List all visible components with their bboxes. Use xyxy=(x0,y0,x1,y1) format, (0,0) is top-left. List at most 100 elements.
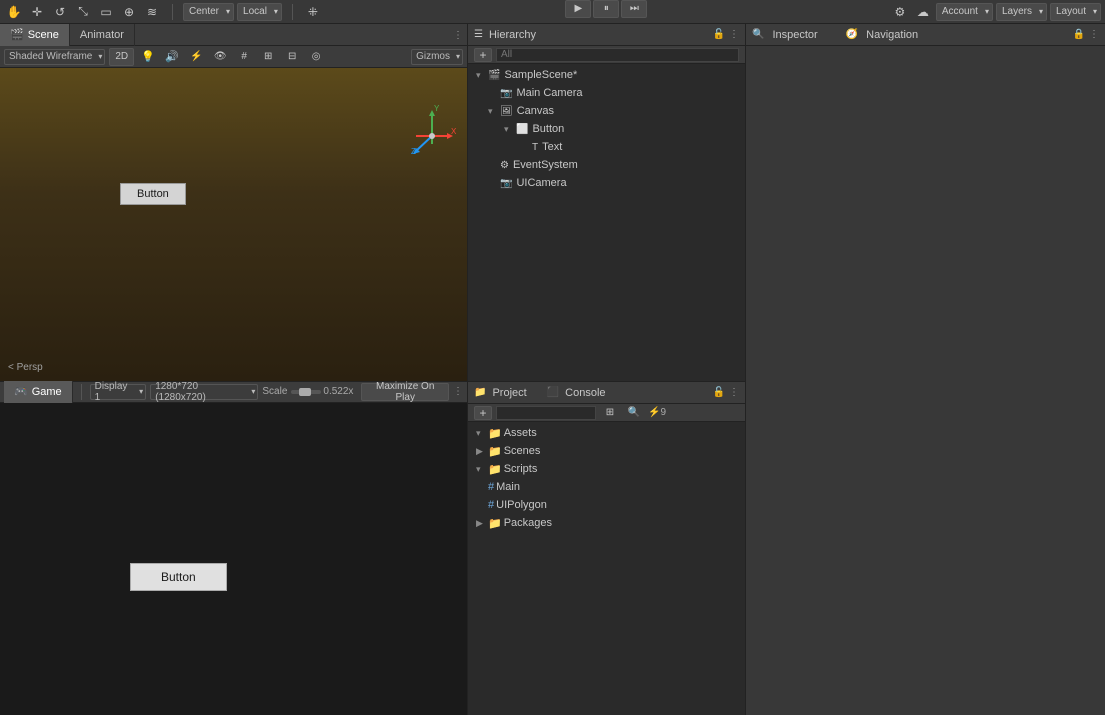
display-dropdown[interactable]: Display 1 xyxy=(90,384,147,400)
snap2-btn[interactable]: ⊟ xyxy=(282,47,302,67)
hier-item-samplescene[interactable]: ▾ 🎬 SampleScene* xyxy=(468,66,745,84)
hierarchy-search-input[interactable] xyxy=(496,48,739,62)
play-controls: ▶ ⏸ ⏭ xyxy=(565,0,647,18)
uicamera-icon: 📷 xyxy=(500,178,512,189)
proj-item-scenes[interactable]: ▶ 📁 Scenes xyxy=(468,442,745,460)
top-toolbar: ✋ ✛ ↺ ⤡ ▭ ⊕ ≋ Center Local ⁜ ▶ ⏸ ⏭ ⚙ ☁ A… xyxy=(0,0,1105,24)
account-dropdown[interactable]: Account xyxy=(936,3,993,21)
hierarchy-add-btn[interactable]: + xyxy=(474,48,492,62)
grid-btn[interactable]: # xyxy=(234,47,254,67)
proj-item-scripts[interactable]: ▾ 📁 Scripts xyxy=(468,460,745,478)
rotate-tool-btn[interactable]: ↺ xyxy=(50,2,70,22)
navigation-title[interactable]: Navigation xyxy=(866,29,918,41)
text-icon: T xyxy=(532,142,538,153)
hier-item-button[interactable]: ▾ ⬜ Button xyxy=(468,120,745,138)
hier-item-uicamera[interactable]: 📷 UICamera xyxy=(468,174,745,192)
inspector-header-icons: 🔒 ⋮ xyxy=(1073,29,1099,40)
scale-value: 0.522x xyxy=(323,386,353,397)
pivot-buttons: Center Local xyxy=(183,3,282,21)
fx-btn[interactable]: ⚡ xyxy=(186,47,206,67)
game-tab-icon: 🎮 xyxy=(14,385,28,398)
scene-button-preview: Button xyxy=(120,183,186,205)
canvas-arrow: ▾ xyxy=(488,106,498,117)
proj-item-uipolygon-script[interactable]: # UIPolygon xyxy=(468,496,745,514)
project-search-input[interactable] xyxy=(496,406,596,420)
tab-scene[interactable]: 🎬 Scene xyxy=(0,24,70,46)
hier-item-text[interactable]: T Text xyxy=(468,138,745,156)
inspector-title[interactable]: Inspector xyxy=(772,29,817,41)
account-group: ⚙ ☁ Account Layers Layout xyxy=(890,2,1101,22)
snap-btn[interactable]: ⊞ xyxy=(258,47,278,67)
text-label: Text xyxy=(542,141,562,153)
custom2-btn[interactable]: ⁜ xyxy=(303,2,323,22)
project-title: Project xyxy=(492,387,526,399)
inspector-lock-icon[interactable]: 🔒 xyxy=(1073,29,1085,40)
project-filter-btn[interactable]: ⊞ xyxy=(600,403,620,423)
audio-btn[interactable]: 🔊 xyxy=(162,47,182,67)
console-icon: ⬛ xyxy=(547,387,559,398)
hierarchy-icon: ☰ xyxy=(474,29,483,40)
hier-item-canvas[interactable]: ▾ 🖼 Canvas xyxy=(468,102,745,120)
hierarchy-lock-icon[interactable]: 🔓 xyxy=(713,29,725,40)
maximize-btn[interactable]: Maximize On Play xyxy=(361,383,449,401)
scene-view-btn[interactable]: 👁 xyxy=(210,47,230,67)
layers-dropdown[interactable]: Layers xyxy=(996,3,1047,21)
hidden-btn[interactable]: ◎ xyxy=(306,47,326,67)
scene-more-icon[interactable]: ⋮ xyxy=(453,30,463,41)
proj-item-main-script[interactable]: # Main xyxy=(468,478,745,496)
eventsystem-label: EventSystem xyxy=(513,159,578,171)
hierarchy-panel: ☰ Hierarchy 🔓 ⋮ + ▾ 🎬 SampleScene* xyxy=(468,24,745,382)
lighting-btn[interactable]: 💡 xyxy=(138,47,158,67)
2d-btn[interactable]: 2D xyxy=(109,48,134,66)
game-more-icon[interactable]: ⋮ xyxy=(453,386,463,397)
pause-button[interactable]: ⏸ xyxy=(593,0,619,18)
scale-slider-track[interactable] xyxy=(291,390,321,394)
tab-animator[interactable]: Animator xyxy=(70,24,135,46)
console-title: Console xyxy=(565,387,605,399)
project-more-icon[interactable]: ⋮ xyxy=(729,387,739,398)
hand-tool-btn[interactable]: ✋ xyxy=(4,2,24,22)
pivot-center-dropdown[interactable]: Center xyxy=(183,3,234,21)
samplescene-icon: 🎬 xyxy=(488,70,500,81)
step-button[interactable]: ⏭ xyxy=(621,0,647,18)
play-controls-wrapper: ▶ ⏸ ⏭ xyxy=(556,0,656,24)
hier-item-maincamera[interactable]: 📷 Main Camera xyxy=(468,84,745,102)
scale-slider-thumb[interactable] xyxy=(299,388,311,396)
inspector-content xyxy=(746,46,1105,715)
packages-folder-icon: 📁 xyxy=(488,517,502,530)
play-button[interactable]: ▶ xyxy=(565,0,591,18)
layout-dropdown[interactable]: Layout xyxy=(1050,3,1101,21)
project-header-icons: 🔓 ⋮ xyxy=(713,387,739,398)
scale-label: Scale xyxy=(262,386,287,397)
hier-item-eventsystem[interactable]: ⚙ EventSystem xyxy=(468,156,745,174)
cloud-icon-btn[interactable]: ☁ xyxy=(913,2,933,22)
navigation-icon: 🧭 xyxy=(846,29,858,40)
gizmos-dropdown[interactable]: Gizmos xyxy=(411,49,463,65)
scale-slider-group: 0.522x xyxy=(291,386,353,397)
scripts-arrow: ▾ xyxy=(476,464,486,475)
proj-item-assets[interactable]: ▾ 📁 Assets xyxy=(468,424,745,442)
scale-tool-btn[interactable]: ⤡ xyxy=(73,2,93,22)
assets-arrow: ▾ xyxy=(476,428,486,439)
game-sep xyxy=(81,384,82,400)
inspector-more-icon[interactable]: ⋮ xyxy=(1089,29,1099,40)
proj-item-packages[interactable]: ▶ 📁 Packages xyxy=(468,514,745,532)
project-add-btn[interactable]: + xyxy=(474,406,492,420)
pivot-local-dropdown[interactable]: Local xyxy=(237,3,282,21)
move-tool-btn[interactable]: ✛ xyxy=(27,2,47,22)
canvas-label: Canvas xyxy=(517,105,554,117)
project-search-btn[interactable]: 🔍 xyxy=(624,403,644,423)
tab-game[interactable]: 🎮 Game xyxy=(4,381,73,403)
inspector-tab-bar: 🔍 Inspector 🧭 Navigation 🔒 ⋮ xyxy=(746,24,1105,46)
rect-tool-btn[interactable]: ▭ xyxy=(96,2,116,22)
game-tab-label: Game xyxy=(32,386,62,398)
project-lock-icon[interactable]: 🔓 xyxy=(713,387,725,398)
shading-mode-dropdown[interactable]: Shaded Wireframe xyxy=(4,49,105,65)
resolution-dropdown[interactable]: 1280*720 (1280x720) xyxy=(150,384,258,400)
hierarchy-more-icon[interactable]: ⋮ xyxy=(729,29,739,40)
transform-tool-btn[interactable]: ⊕ xyxy=(119,2,139,22)
samplescene-label: SampleScene* xyxy=(504,69,577,81)
collab-icon-btn[interactable]: ⚙ xyxy=(890,2,910,22)
hierarchy-header-icons: 🔓 ⋮ xyxy=(713,29,739,40)
custom-tool-btn[interactable]: ≋ xyxy=(142,2,162,22)
